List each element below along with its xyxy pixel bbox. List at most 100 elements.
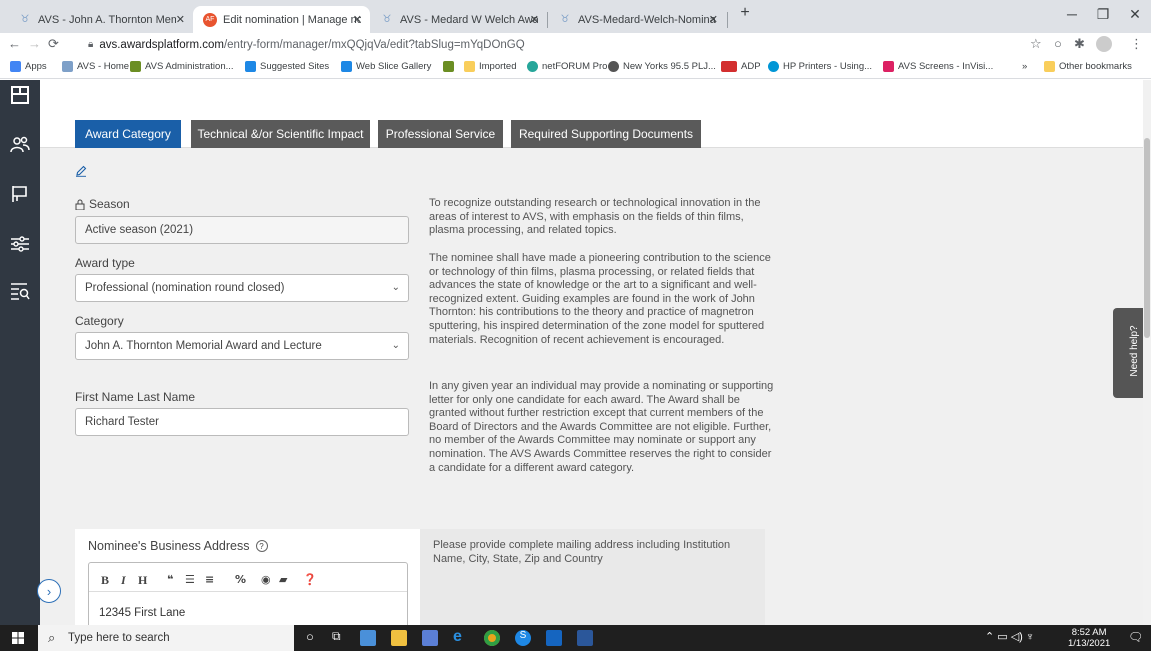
heading-icon[interactable]: H [138,573,147,588]
bookmark-apps[interactable]: Apps [10,61,47,72]
close-tab-icon[interactable]: ✕ [176,13,185,26]
bookmark-label: AVS - Home [77,61,130,72]
numbered-list-icon[interactable]: ≡ [205,573,214,586]
tab-technical-impact[interactable]: Technical &/or Scientific Impact [191,120,370,148]
skype-icon[interactable]: S [515,630,531,646]
profile-avatar[interactable] [1096,36,1112,52]
system-tray-icon[interactable]: ⌃ ▭ ◁) ♆ [985,630,1034,643]
close-tab-icon[interactable]: ✕ [530,13,539,26]
bookmark-folder[interactable]: Imported [464,61,517,72]
users-icon[interactable] [9,134,31,156]
category-label: Category [75,314,124,328]
entry-form-icon[interactable] [9,84,31,106]
windows-taskbar: ⌕ Type here to search ○ ⧉ e S ⌃ ▭ ◁) ♆ 8… [0,625,1151,651]
bookmark-label: Apps [25,61,47,72]
preview-eye-icon[interactable]: ◉ [261,573,271,586]
expand-sidebar-button[interactable]: › [37,579,61,603]
cortana-icon[interactable]: ○ [306,629,314,644]
task-view-icon[interactable]: ⧉ [332,629,341,644]
reload-icon[interactable]: ⟳ [48,36,59,52]
browser-tab-label: AVS-Medard-Welch-Nomination [578,13,716,26]
close-window-icon[interactable]: ✕ [1120,6,1150,23]
browser-tab[interactable]: ♉ AVS - John A. Thornton Memoria ✕ [8,6,193,33]
category-select[interactable]: John A. Thornton Memorial Award and Lect… [75,332,409,360]
italic-icon[interactable]: I [121,573,126,588]
puzzle-icon[interactable]: ✱ [1074,36,1085,52]
bookmark-item[interactable]: ADP [721,61,761,72]
address-bar[interactable]: 🔒︎ avs.awardsplatform.com/entry-form/man… [88,34,1018,55]
bookmark-label: ADP [741,61,761,72]
tab-professional-service[interactable]: Professional Service [378,120,503,148]
tab-required-documents[interactable]: Required Supporting Documents [511,120,701,148]
bookmark-item[interactable]: AVS Screens - InVisi... [883,61,993,72]
avs-admin-icon [130,61,141,72]
tab-divider [727,12,728,28]
star-icon[interactable]: ☆ [1030,36,1042,52]
name-input[interactable]: Richard Tester [75,408,409,436]
bold-icon[interactable]: B [101,573,109,588]
award-type-select[interactable]: Professional (nomination round closed) ⌄ [75,274,409,302]
help-icon[interactable]: ? [255,540,268,552]
quote-icon[interactable]: ❝ [167,573,173,586]
forward-icon[interactable]: → [28,36,41,51]
link-icon[interactable]: % [235,573,246,586]
notification-icon[interactable]: 🗨︎ [1128,630,1143,644]
address-editor[interactable]: B I H ❝ ☰ ≡ % ◉ ▰ ❓ 12345 First Lane [88,562,408,625]
settings-sliders-icon[interactable] [9,233,31,255]
chrome-icon[interactable] [484,630,500,646]
taskbar-search[interactable]: ⌕ Type here to search [38,625,294,651]
taskbar-clock[interactable]: 8:52 AM 1/13/2021 [1068,627,1110,649]
file-explorer-icon[interactable] [360,630,376,646]
close-tab-icon[interactable]: ✕ [353,13,362,26]
bookmark-label: New Yorks 95.5 PLJ... [623,61,716,72]
bullet-list-icon[interactable]: ☰ [185,573,195,586]
outlook-icon[interactable] [546,630,562,646]
browser-tab-active[interactable]: AF Edit nomination | Manage nomin ✕ [193,6,370,33]
close-tab-icon[interactable]: ✕ [709,13,718,26]
globe-icon [608,61,619,72]
url-host: avs.awardsplatform.com [99,38,224,51]
maximize-icon[interactable]: ❐ [1088,6,1118,23]
bookmark-label: Imported [479,61,517,72]
search-list-icon[interactable] [9,280,31,302]
bookmark-folder[interactable]: Other bookmarks [1044,61,1132,72]
word-icon[interactable] [577,630,593,646]
tab-award-category[interactable]: Award Category [75,120,181,148]
season-label: Season [89,197,130,211]
web-slice-icon [341,61,352,72]
windows-start-icon[interactable] [12,632,24,644]
avs-icon [62,61,73,72]
bookmark-item[interactable] [443,61,458,72]
address-label-row: Nominee's Business Address ? [88,539,268,553]
bookmark-item[interactable]: netFORUM Pro [527,61,607,72]
bookmark-item[interactable]: AVS Administration... [130,61,234,72]
address-hint: Please provide complete mailing address … [433,539,731,565]
bookmark-item[interactable]: AVS - Home [62,61,129,72]
browser-tab-label: AVS - John A. Thornton Memoria [38,13,176,26]
menu-icon[interactable]: ⋮ [1130,36,1143,52]
bookmark-item[interactable]: HP Printers - Using... [768,61,872,72]
browser-tab[interactable]: ♉ AVS - Medard W Welch Award ✕ [370,6,547,33]
side-by-side-icon[interactable]: ▰ [279,573,287,586]
store-icon[interactable] [391,630,407,646]
bookmark-item[interactable]: Suggested Sites [245,61,329,72]
more-bookmarks-icon[interactable]: » [1022,61,1027,72]
browser-tab[interactable]: ♉ AVS-Medard-Welch-Nomination ✕ [548,6,726,33]
minimize-icon[interactable]: ─ [1057,6,1087,22]
people-icon[interactable] [422,630,438,646]
extension-icon[interactable]: ○ [1054,36,1062,51]
need-help-button[interactable]: Need help? [1113,308,1143,398]
edit-pencil-icon[interactable] [75,165,87,177]
edge-icon[interactable]: e [453,628,469,645]
bookmark-item[interactable]: Web Slice Gallery [341,61,431,72]
bookmarks-bar: Apps AVS - Home AVS Administration... Su… [0,57,1151,79]
back-icon[interactable]: ← [8,36,21,51]
award-criteria-text: The nominee shall have made a pioneering… [429,252,771,346]
bookmark-item[interactable]: New Yorks 95.5 PLJ... [608,61,716,72]
flag-icon[interactable] [9,183,31,205]
new-tab-icon[interactable]: + [730,4,760,22]
season-field: Active season (2021) [75,216,409,244]
markdown-help-icon[interactable]: ❓ [303,573,317,586]
main-content: Award Category Technical &/or Scientific… [40,80,1143,625]
need-help-label: Need help? [1128,325,1140,377]
